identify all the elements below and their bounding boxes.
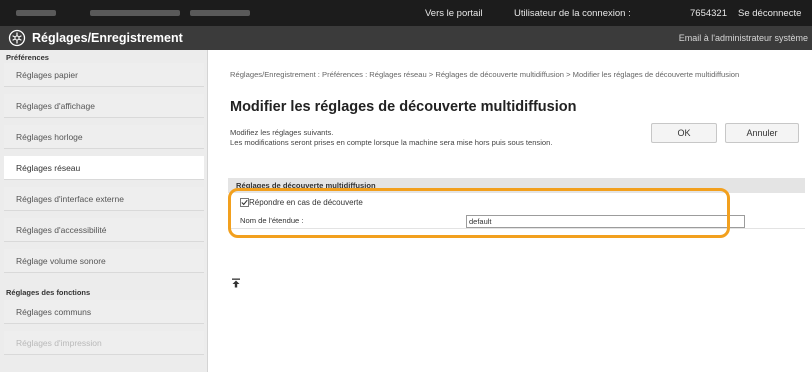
- page-title: Modifier les réglages de découverte mult…: [230, 99, 577, 115]
- portal-link[interactable]: Vers le portail: [425, 8, 483, 19]
- sidebar-item-common[interactable]: Réglages communs: [4, 300, 204, 324]
- ok-button[interactable]: OK: [651, 123, 717, 143]
- title-bar: Réglages/Enregistrement Email à l'admini…: [0, 26, 812, 50]
- sidebar-item-volume[interactable]: Réglage volume sonore: [4, 249, 204, 273]
- sidebar-item-paper[interactable]: Réglages papier: [4, 63, 204, 87]
- sidebar-heading-preferences: Préférences: [6, 53, 49, 62]
- user-id: 7654321: [690, 8, 727, 19]
- top-bar: Vers le portail Utilisateur de la connex…: [0, 0, 812, 26]
- breadcrumb: Réglages/Enregistrement : Préférences : …: [230, 70, 740, 79]
- sidebar-heading-functions: Réglages des fonctions: [6, 288, 91, 297]
- blurred-device-info: [16, 10, 56, 16]
- sidebar-item-print[interactable]: Réglages d'impression: [4, 331, 204, 355]
- logout-link[interactable]: Se déconnecte: [738, 8, 801, 19]
- sidebar-item-clock[interactable]: Réglages horloge: [4, 125, 204, 149]
- sidebar-item-display[interactable]: Réglages d'affichage: [4, 94, 204, 118]
- user-label: Utilisateur de la connexion :: [514, 8, 631, 19]
- blurred-device-name: [90, 10, 180, 16]
- scroll-to-top-icon[interactable]: [231, 278, 241, 288]
- main-content: Réglages/Enregistrement : Préférences : …: [208, 50, 812, 372]
- cancel-button[interactable]: Annuler: [725, 123, 799, 143]
- highlight-box: [228, 188, 730, 238]
- sidebar-item-accessibility[interactable]: Réglages d'accessibilité: [4, 218, 204, 242]
- blurred-device-id: [190, 10, 250, 16]
- admin-mail-link[interactable]: Email à l'administrateur système: [679, 33, 808, 43]
- app-title: Réglages/Enregistrement: [32, 31, 183, 45]
- settings-register-icon: [8, 29, 26, 47]
- sidebar-item-network[interactable]: Réglages réseau: [4, 156, 204, 180]
- sidebar: Préférences Réglages papier Réglages d'a…: [0, 50, 208, 372]
- instructions-text: Modifiez les réglages suivants. Les modi…: [230, 128, 553, 147]
- sidebar-item-external-interface[interactable]: Réglages d'interface externe: [4, 187, 204, 211]
